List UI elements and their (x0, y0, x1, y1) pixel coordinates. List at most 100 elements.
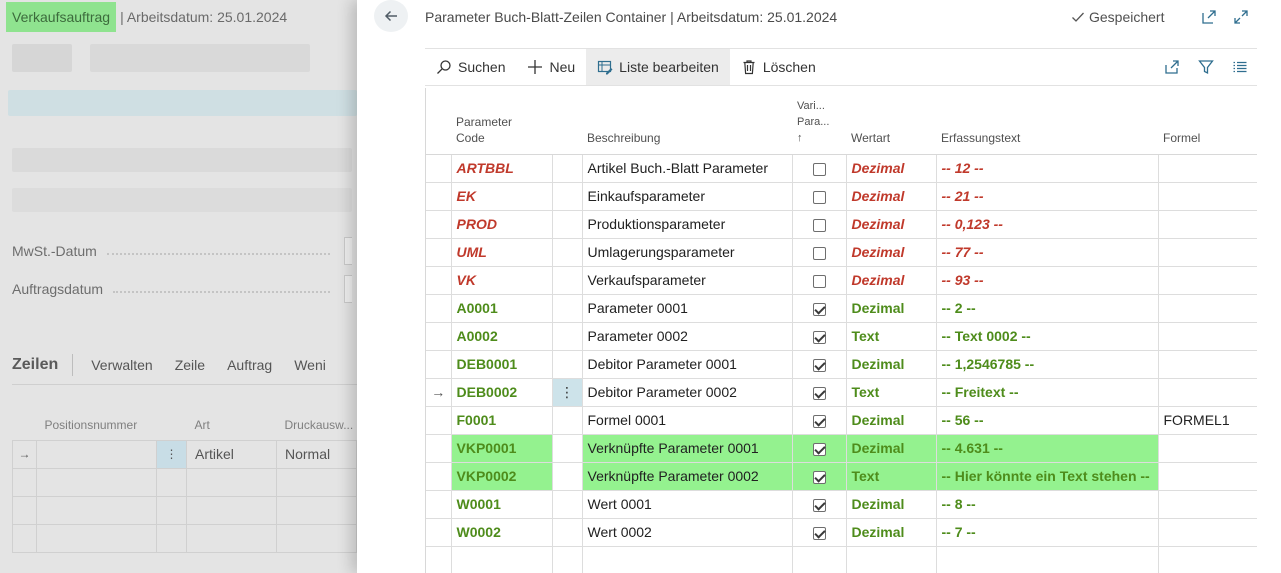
cell-parameter-code[interactable]: A0002 (451, 322, 553, 351)
cell-formula[interactable] (1158, 490, 1257, 519)
checkbox[interactable] (812, 470, 826, 484)
checkbox[interactable] (812, 330, 826, 344)
table-row[interactable]: EK Einkaufsparameter Dezimal -- 21 -- (426, 182, 1257, 211)
cell-formula[interactable]: FORMEL1 (1158, 406, 1257, 435)
checkbox[interactable] (812, 498, 826, 512)
list-view-button[interactable] (1223, 49, 1257, 85)
checkbox[interactable] (812, 386, 826, 400)
cell-formula[interactable] (1158, 378, 1257, 407)
cell-description[interactable]: Wert 0001 (582, 490, 793, 519)
cell-parameter-code[interactable]: PROD (451, 210, 553, 239)
cell-formula[interactable] (1158, 434, 1257, 463)
cell-parameter-code[interactable]: F0001 (451, 406, 553, 435)
cell-entry-text[interactable]: -- 93 -- (936, 266, 1159, 295)
cell-variable-parameter[interactable] (792, 266, 847, 295)
cell-value-type[interactable]: Text (846, 378, 937, 407)
table-row[interactable]: W0001 Wert 0001 Dezimal -- 8 -- (426, 490, 1257, 519)
cell-value-type[interactable]: Dezimal (846, 490, 937, 519)
cell-entry-text[interactable]: -- 1,2546785 -- (936, 350, 1159, 379)
cell-parameter-code[interactable]: EK (451, 182, 553, 211)
filter-button[interactable] (1189, 49, 1223, 85)
cell-variable-parameter[interactable] (792, 378, 847, 407)
table-row[interactable]: → DEB0002 ⋮ Debitor Parameter 0002 Text -- Fr… (426, 378, 1257, 407)
cell-description[interactable]: Artikel Buch.-Blatt Parameter (582, 154, 793, 183)
cell-parameter-code[interactable]: DEB0001 (451, 350, 553, 379)
cell-variable-parameter[interactable] (792, 350, 847, 379)
delete-button[interactable]: Löschen (730, 49, 827, 85)
share-button[interactable] (1155, 49, 1189, 85)
cell-description[interactable]: Formel 0001 (582, 406, 793, 435)
cell-variable-parameter[interactable] (792, 182, 847, 211)
cell-variable-parameter[interactable] (792, 154, 847, 183)
cell-parameter-code[interactable]: VKP0001 (451, 434, 553, 463)
cell-value-type[interactable]: Dezimal (846, 518, 937, 547)
checkbox[interactable] (812, 358, 826, 372)
table-row[interactable]: A0001 Parameter 0001 Dezimal -- 2 -- (426, 294, 1257, 323)
checkbox[interactable] (812, 246, 826, 260)
cell-formula[interactable] (1158, 154, 1257, 183)
cell-parameter-code[interactable]: ARTBBL (451, 154, 553, 183)
cell-entry-text[interactable]: -- 4.631 -- (936, 434, 1159, 463)
cell-variable-parameter[interactable] (792, 490, 847, 519)
cell-value-type[interactable]: Text (846, 462, 937, 491)
new-button[interactable]: Neu (516, 49, 586, 85)
cell-formula[interactable] (1158, 266, 1257, 295)
cell-value-type[interactable]: Text (846, 322, 937, 351)
table-row[interactable]: VKP0002 Verknüpfte Parameter 0002 Text -- H… (426, 462, 1257, 491)
cell-variable-parameter[interactable] (792, 210, 847, 239)
search-button[interactable]: Suchen (425, 49, 516, 85)
checkbox[interactable] (812, 302, 826, 316)
col-formula[interactable]: Formel (1158, 88, 1257, 155)
table-row[interactable]: UML Umlagerungsparameter Dezimal -- 77 -- (426, 238, 1257, 267)
cell-formula[interactable] (1158, 518, 1257, 547)
cell-value-type[interactable]: Dezimal (846, 406, 937, 435)
cell-parameter-code[interactable]: UML (451, 238, 553, 267)
cell-description[interactable]: Einkaufsparameter (582, 182, 793, 211)
table-row[interactable]: DEB0001 Debitor Parameter 0001 Dezimal -- 1… (426, 350, 1257, 379)
cell-parameter-code[interactable]: A0001 (451, 294, 553, 323)
col-variable-parameter[interactable]: Vari... Para... ↑ (792, 88, 846, 155)
table-row[interactable]: ARTBBL Artikel Buch.-Blatt Parameter Dezim… (426, 154, 1257, 183)
cell-parameter-code[interactable]: W0001 (451, 490, 553, 519)
cell-parameter-code[interactable]: W0002 (451, 518, 553, 547)
cell-variable-parameter[interactable] (792, 434, 847, 463)
cell-description[interactable]: Produktionsparameter (582, 210, 793, 239)
cell-formula[interactable] (1158, 238, 1257, 267)
cell-entry-text[interactable]: -- 56 -- (936, 406, 1159, 435)
checkbox[interactable] (812, 274, 826, 288)
col-parameter-code[interactable]: Parameter Code (451, 88, 552, 155)
cell-variable-parameter[interactable] (792, 322, 847, 351)
cell-description[interactable]: Debitor Parameter 0002 (582, 378, 793, 407)
checkbox[interactable] (812, 526, 826, 540)
cell-entry-text[interactable]: -- Hier könnte ein Text stehen -- (936, 462, 1159, 491)
checkbox[interactable] (812, 414, 826, 428)
cell-entry-text[interactable]: -- 0,123 -- (936, 210, 1159, 239)
cell-entry-text[interactable]: -- 12 -- (936, 154, 1159, 183)
cell-variable-parameter[interactable] (792, 518, 847, 547)
cell-description[interactable]: Verknüpfte Parameter 0001 (582, 434, 793, 463)
col-entry-text[interactable]: Erfassungstext (936, 88, 1158, 155)
cell-parameter-code[interactable]: VK (451, 266, 553, 295)
cell-formula[interactable] (1158, 182, 1257, 211)
cell-entry-text[interactable]: -- Text 0002 -- (936, 322, 1159, 351)
col-value-type[interactable]: Wertart (846, 88, 936, 155)
open-in-new-window-button[interactable] (1199, 7, 1219, 27)
cell-entry-text[interactable]: -- 7 -- (936, 518, 1159, 547)
cell-value-type[interactable]: Dezimal (846, 434, 937, 463)
cell-entry-text[interactable]: -- Freitext -- (936, 378, 1159, 407)
cell-variable-parameter[interactable] (792, 462, 847, 491)
table-row[interactable]: W0002 Wert 0002 Dezimal -- 7 -- (426, 518, 1257, 547)
cell-description[interactable]: Debitor Parameter 0001 (582, 350, 793, 379)
cell-formula[interactable] (1158, 322, 1257, 351)
cell-description[interactable]: Wert 0002 (582, 518, 793, 547)
empty-row[interactable] (426, 546, 1257, 573)
table-row[interactable]: F0001 Formel 0001 Dezimal -- 56 -- FORMEL1 (426, 406, 1257, 435)
checkbox[interactable] (812, 190, 826, 204)
cell-formula[interactable] (1158, 294, 1257, 323)
cell-formula[interactable] (1158, 210, 1257, 239)
cell-description[interactable]: Parameter 0001 (582, 294, 793, 323)
checkbox[interactable] (812, 218, 826, 232)
edit-list-button[interactable]: Liste bearbeiten (586, 49, 730, 85)
cell-description[interactable]: Umlagerungsparameter (582, 238, 793, 267)
table-row[interactable]: PROD Produktionsparameter Dezimal -- 0,123 … (426, 210, 1257, 239)
